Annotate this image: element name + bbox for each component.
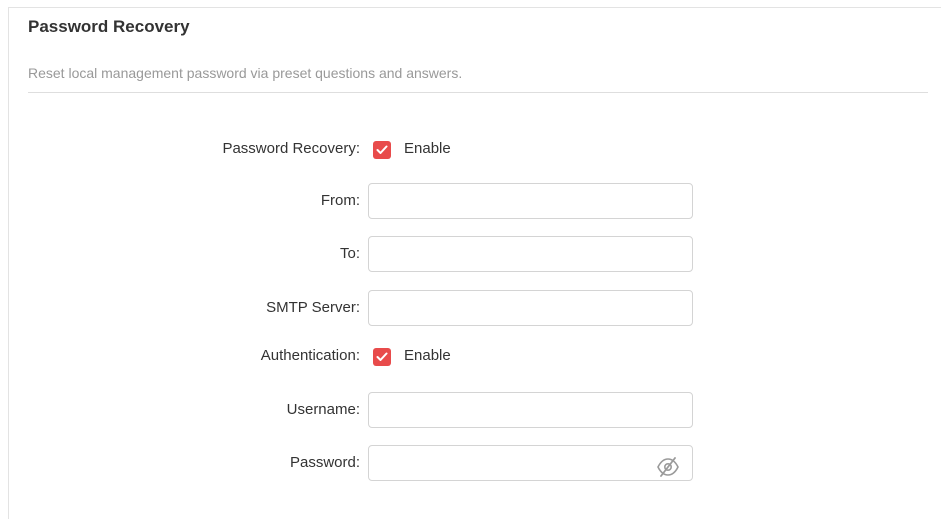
username-input[interactable] <box>368 392 693 428</box>
password-label: Password: <box>289 454 360 471</box>
authentication-checkbox[interactable] <box>373 348 391 366</box>
smtp-server-input[interactable] <box>368 290 693 326</box>
password-recovery-enable-label[interactable]: Enable <box>404 140 451 157</box>
password-input[interactable] <box>368 445 693 481</box>
to-input[interactable] <box>368 236 693 272</box>
checkmark-icon <box>376 145 388 154</box>
password-recovery-checkbox[interactable] <box>373 141 391 159</box>
from-input[interactable] <box>368 183 693 219</box>
smtp-server-label: SMTP Server: <box>266 299 360 316</box>
checkmark-icon <box>376 352 388 361</box>
section-description: Reset local management password via pres… <box>28 65 463 81</box>
password-recovery-label: Password Recovery: <box>222 140 360 157</box>
from-label: From: <box>320 192 360 209</box>
authentication-enable-label[interactable]: Enable <box>404 347 451 364</box>
section-title: Password Recovery <box>28 17 190 36</box>
eye-slash-icon[interactable] <box>656 457 680 477</box>
password-recovery-panel: Password Recovery Reset local management… <box>8 7 941 519</box>
section-divider <box>28 92 928 93</box>
username-label: Username: <box>286 401 360 418</box>
to-label: To: <box>339 245 360 262</box>
authentication-label: Authentication: <box>260 347 360 364</box>
